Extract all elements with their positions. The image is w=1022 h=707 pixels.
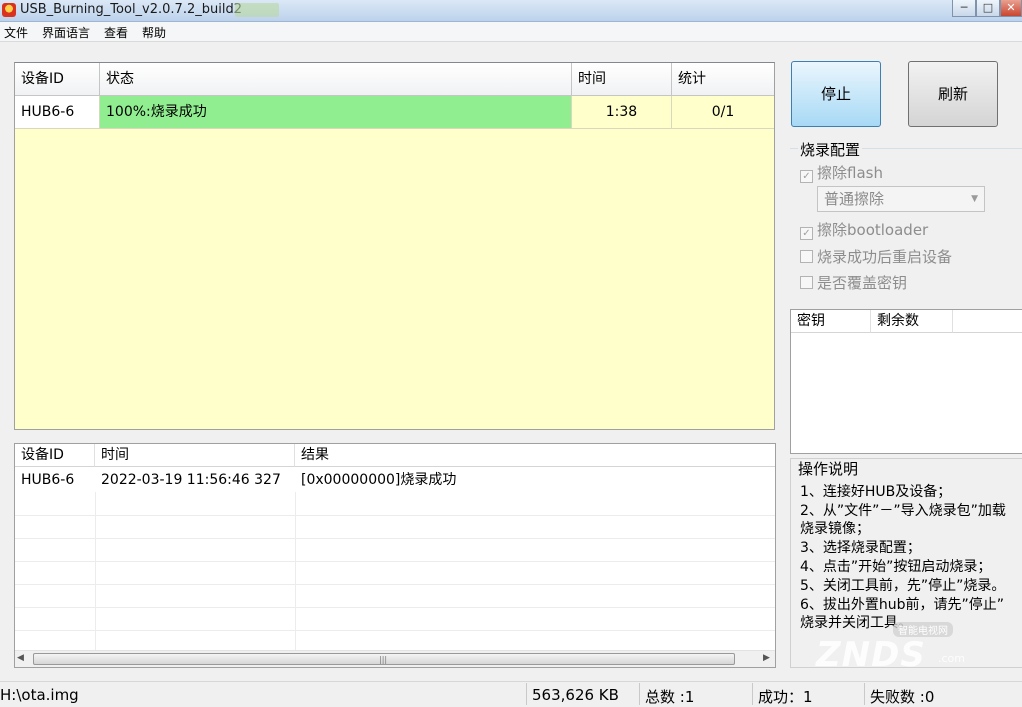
log-col-result[interactable]: 结果 (295, 444, 775, 467)
device-col-stats[interactable]: 统计 (672, 63, 774, 96)
device-row-id[interactable]: HUB6-6 (15, 96, 100, 129)
device-row-status[interactable]: 100%:烧录成功 (100, 96, 572, 129)
title-blur-region (235, 3, 279, 17)
grid-line (15, 630, 775, 631)
status-size: 563,626 KB (532, 686, 619, 704)
menu-bar: 文件 界面语言 查看 帮助 (0, 22, 1022, 42)
title-bar[interactable]: USB_Burning_Tool_v2.0.7.2_build2 ─ □ ✕ (0, 0, 1022, 22)
stop-button[interactable]: 停止 (791, 61, 881, 127)
instructions-title: 操作说明 (798, 460, 859, 478)
status-success: 成功：1 (758, 688, 813, 706)
check-icon: ✓ (800, 227, 813, 240)
log-row-result[interactable]: [0x00000000]烧录成功 (295, 468, 775, 492)
scroll-left-icon[interactable]: ◀ (17, 653, 24, 663)
menu-language[interactable]: 界面语言 (42, 24, 90, 41)
status-total: 总数 :1 (645, 688, 695, 706)
device-row-stats[interactable]: 0/1 (672, 96, 774, 129)
status-text: 100%:烧录成功 (106, 104, 207, 120)
key-col-key[interactable]: 密钥 (791, 310, 871, 333)
instruction-line: 4、点击”开始”按钮启动烧录； (800, 559, 992, 575)
minimize-icon: ─ (960, 1, 968, 14)
menu-file[interactable]: 文件 (4, 24, 28, 41)
grid-line (15, 538, 775, 539)
erase-flash-checkbox[interactable]: ✓ 擦除flash (800, 162, 883, 183)
status-path: H:\ota.img (0, 686, 79, 704)
window-title: USB_Burning_Tool_v2.0.7.2_build2 (20, 2, 242, 17)
instruction-line: 2、从”文件”－”导入烧录包”加载 (800, 503, 1006, 519)
reboot-after-label: 烧录成功后重启设备 (817, 248, 953, 266)
log-row-id[interactable]: HUB6-6 (15, 468, 95, 492)
status-failed: 失败数 :0 (870, 688, 935, 706)
status-divider (864, 683, 865, 705)
menu-view[interactable]: 查看 (104, 24, 128, 41)
watermark-logo: ZNDS (816, 635, 926, 675)
log-col-id[interactable]: 设备ID (15, 444, 95, 467)
config-title: 烧录配置 (798, 139, 863, 160)
device-col-id[interactable]: 设备ID (15, 63, 100, 96)
grip-icon: ||| (379, 655, 388, 664)
menu-help[interactable]: 帮助 (142, 24, 166, 41)
erase-mode-select[interactable]: 普通擦除 ▼ (817, 186, 985, 212)
key-col-empty (953, 310, 1022, 333)
close-button[interactable]: ✕ (1000, 0, 1022, 17)
grid-line (95, 492, 96, 652)
empty-checkbox-icon (800, 250, 813, 263)
instruction-line: 烧录镜像； (800, 521, 870, 537)
watermark-badge: 智能电视网 (893, 622, 953, 637)
device-table[interactable]: 设备ID 状态 时间 统计 HUB6-6 100%:烧录成功 1:38 0/1 (14, 62, 775, 430)
refresh-button[interactable]: 刷新 (908, 61, 998, 127)
erase-bootloader-label: 擦除bootloader (817, 221, 929, 239)
key-table[interactable]: 密钥 剩余数 (790, 309, 1022, 454)
scroll-thumb[interactable]: ||| (33, 653, 735, 665)
minimize-button[interactable]: ─ (952, 0, 976, 17)
instruction-line: 1、连接好HUB及设备； (800, 484, 952, 500)
close-icon: ✕ (1006, 1, 1016, 14)
watermark-domain: .com (938, 652, 965, 665)
overwrite-key-label: 是否覆盖密钥 (817, 274, 908, 292)
horizontal-scrollbar[interactable]: ◀ ||| ▶ (15, 650, 775, 667)
app-icon (2, 3, 16, 17)
log-row-time[interactable]: 2022-03-19 11:56:46 327 (95, 468, 295, 492)
maximize-icon: □ (982, 1, 994, 14)
erase-mode-value: 普通擦除 (824, 190, 885, 208)
instruction-line: 5、关闭工具前，先”停止”烧录。 (800, 578, 1006, 594)
status-divider (752, 683, 753, 705)
check-icon: ✓ (800, 170, 813, 183)
instruction-line: 6、拔出外置hub前，请先”停止” (800, 597, 1005, 613)
grid-line (15, 515, 775, 516)
grid-line (295, 492, 296, 652)
log-table[interactable]: 设备ID 时间 结果 HUB6-6 2022-03-19 11:56:46 32… (14, 443, 776, 668)
reboot-after-checkbox[interactable]: 烧录成功后重启设备 (800, 246, 952, 267)
chevron-down-icon: ▼ (971, 194, 978, 204)
grid-line (15, 584, 775, 585)
grid-line (15, 607, 775, 608)
instruction-line: 3、选择烧录配置； (800, 540, 921, 556)
log-col-time[interactable]: 时间 (95, 444, 295, 467)
status-divider (526, 683, 527, 705)
erase-flash-label: 擦除flash (817, 164, 883, 182)
key-col-remaining[interactable]: 剩余数 (871, 310, 953, 333)
grid-line (15, 561, 775, 562)
scroll-right-icon[interactable]: ▶ (763, 653, 770, 663)
device-col-status[interactable]: 状态 (100, 63, 572, 96)
overwrite-key-checkbox[interactable]: 是否覆盖密钥 (800, 272, 907, 293)
status-bar (0, 681, 1022, 707)
device-row-time[interactable]: 1:38 (572, 96, 672, 129)
status-divider (639, 683, 640, 705)
empty-checkbox-icon (800, 276, 813, 289)
maximize-button[interactable]: □ (976, 0, 1000, 17)
erase-bootloader-checkbox[interactable]: ✓ 擦除bootloader (800, 219, 928, 240)
device-col-time[interactable]: 时间 (572, 63, 672, 96)
